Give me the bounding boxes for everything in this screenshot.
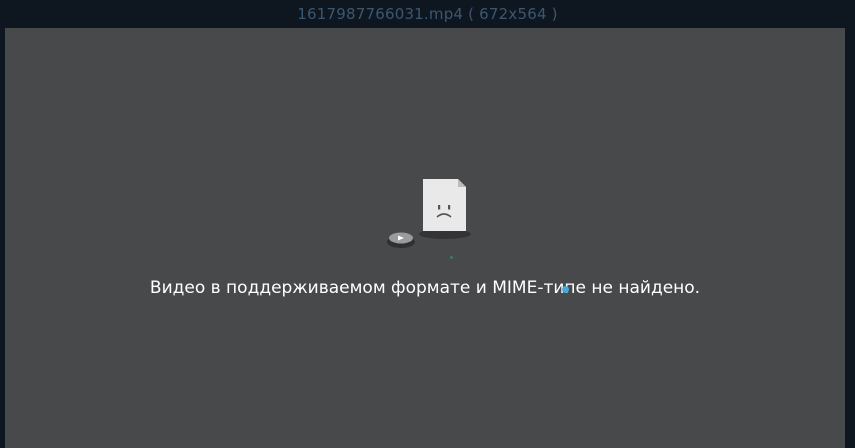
video-error-graphic — [387, 179, 471, 248]
media-viewer-window: 1617987766031.mp4 ( 672x564 ) Видео в по… — [0, 0, 855, 448]
sad-file-icon — [419, 179, 471, 239]
error-message: Видео в поддерживаемом формате и MIME-ти… — [149, 278, 701, 298]
decorative-dot — [450, 256, 453, 259]
window-title: 1617987766031.mp4 ( 672x564 ) — [297, 5, 558, 23]
cursor-dot — [562, 286, 569, 293]
video-player[interactable]: Видео в поддерживаемом формате и MIME-ти… — [5, 28, 845, 448]
disc-play-icon — [387, 232, 415, 248]
window-border — [845, 28, 855, 448]
